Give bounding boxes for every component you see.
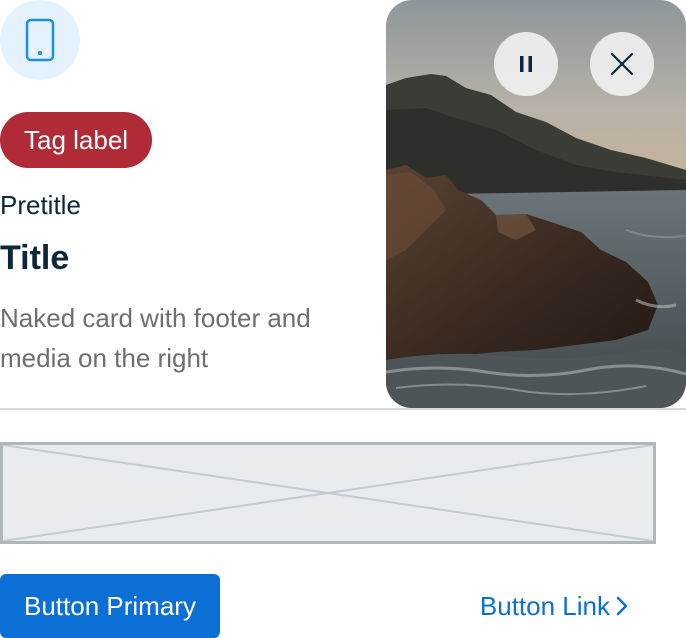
chevron-right-icon	[616, 596, 628, 616]
card-description: Naked card with footer and media on the …	[0, 303, 311, 373]
primary-button[interactable]: Button Primary	[0, 574, 220, 638]
card-pretitle: Pretitle	[0, 190, 81, 220]
mobile-phone-icon	[25, 18, 55, 62]
card-divider	[0, 408, 686, 410]
card-title: Title	[0, 239, 70, 277]
link-button-label: Button Link	[479, 591, 610, 621]
pause-icon	[520, 56, 532, 72]
close-icon	[610, 52, 634, 76]
slot-placeholder	[0, 442, 656, 544]
close-button[interactable]	[590, 32, 654, 96]
card-media	[386, 0, 686, 408]
link-button[interactable]: Button Link	[480, 574, 628, 638]
card-icon-badge	[0, 0, 80, 80]
pause-button[interactable]	[494, 32, 558, 96]
tag-label: Tag label	[0, 112, 153, 168]
placeholder-cross	[2, 444, 654, 542]
